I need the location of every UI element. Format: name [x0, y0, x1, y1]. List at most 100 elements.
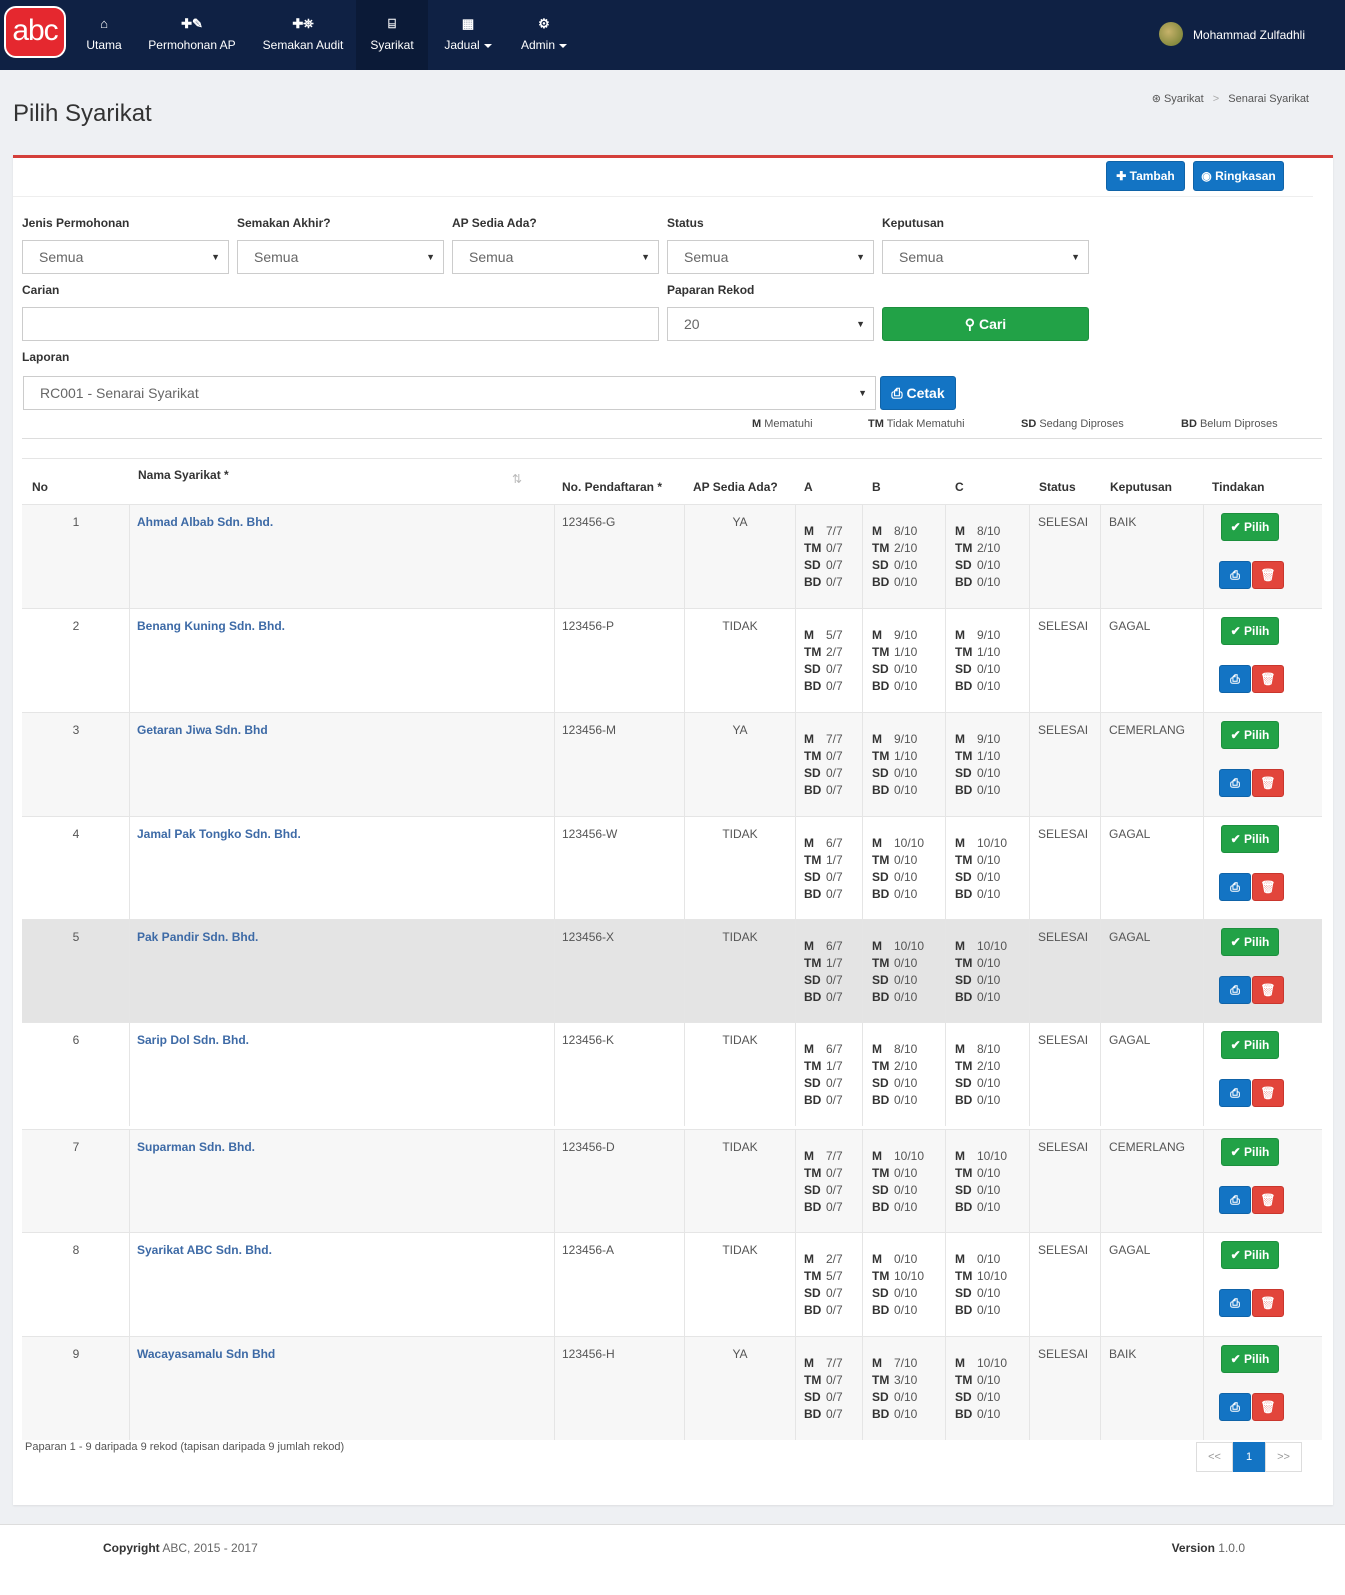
company-name-link[interactable]: Sarip Dol Sdn. Bhd.	[137, 1033, 249, 1047]
stat-code: TM	[872, 749, 890, 763]
print-button[interactable]: ⎙	[1219, 1289, 1251, 1317]
column-divider	[945, 1337, 946, 1440]
delete-button[interactable]: 🗑	[1252, 1393, 1284, 1421]
column-divider	[554, 609, 555, 712]
tambah-button[interactable]: ✚ Tambah	[1106, 161, 1185, 191]
company-name-link[interactable]: Syarikat ABC Sdn. Bhd.	[137, 1243, 272, 1257]
delete-button[interactable]: 🗑	[1252, 665, 1284, 693]
jenis-value: Semua	[39, 249, 84, 265]
nav-jadual[interactable]: ▦ Jadual	[436, 0, 500, 70]
nav-jadual-text: Jadual	[444, 38, 480, 52]
user-menu[interactable]: Mohammad Zulfadhli	[1158, 22, 1305, 48]
cari-button[interactable]: ⚲ Cari	[882, 307, 1089, 341]
cetak-button[interactable]: ⎙ Cetak	[880, 376, 956, 410]
delete-button[interactable]: 🗑	[1252, 1079, 1284, 1107]
pilih-button[interactable]: ✔ Pilih	[1221, 721, 1279, 749]
company-name-link[interactable]: Jamal Pak Tongko Sdn. Bhd.	[137, 827, 301, 841]
pagination-page-1[interactable]: 1	[1233, 1442, 1265, 1472]
delete-button[interactable]: 🗑	[1252, 1289, 1284, 1317]
nav-utama[interactable]: ⌂ Utama	[80, 0, 128, 70]
pilih-button[interactable]: ✔ Pilih	[1221, 825, 1279, 853]
pilih-button[interactable]: ✔ Pilih	[1221, 1138, 1279, 1166]
print-button[interactable]: ⎙	[1219, 1393, 1251, 1421]
delete-button[interactable]: 🗑	[1252, 976, 1284, 1004]
stat-code: BD	[955, 1303, 973, 1317]
stat-value: 0/10	[894, 956, 918, 970]
stats-a: M 6/7 TM 1/7 SD 0/7 BD 0/7	[804, 835, 843, 903]
company-name-link[interactable]: Getaran Jiwa Sdn. Bhd	[137, 723, 268, 737]
th-no[interactable]: No	[32, 480, 48, 494]
column-divider	[1203, 1130, 1204, 1233]
pagination-prev[interactable]: <<	[1196, 1442, 1233, 1472]
stat-value: 0/7	[826, 749, 843, 763]
ringkasan-button[interactable]: ◉ Ringkasan	[1193, 161, 1284, 191]
stat-code: M	[955, 628, 965, 642]
print-button[interactable]: ⎙	[1219, 561, 1251, 589]
delete-button[interactable]: 🗑	[1252, 769, 1284, 797]
table-row: 6 Sarip Dol Sdn. Bhd. 123456-K TIDAK M 6/7 TM 1…	[22, 1022, 1322, 1126]
ap-sedia-ada: TIDAK	[722, 1243, 758, 1257]
print-button[interactable]: ⎙	[1219, 769, 1251, 797]
nav-semakan-audit[interactable]: ✚⛯ Semakan Audit	[258, 0, 348, 70]
stat-line: SD 0/10	[955, 765, 1000, 782]
carian-input[interactable]	[22, 307, 659, 341]
column-divider	[1029, 505, 1030, 608]
trash-icon: 🗑	[1260, 1400, 1276, 1414]
semakan-select[interactable]: Semua ▼	[237, 240, 444, 274]
paparan-select[interactable]: 20 ▼	[667, 307, 874, 341]
company-name-link[interactable]: Wacayasamalu Sdn Bhd	[137, 1347, 275, 1361]
print-button[interactable]: ⎙	[1219, 1186, 1251, 1214]
jenis-select[interactable]: Semua ▼	[22, 240, 229, 274]
keputusan-select[interactable]: Semua ▼	[882, 240, 1089, 274]
pilih-button[interactable]: ✔ Pilih	[1221, 617, 1279, 645]
delete-button[interactable]: 🗑	[1252, 873, 1284, 901]
company-name-link[interactable]: Suparman Sdn. Bhd.	[137, 1140, 255, 1154]
pilih-button[interactable]: ✔ Pilih	[1221, 928, 1279, 956]
delete-button[interactable]: 🗑	[1252, 561, 1284, 589]
column-divider	[1029, 1337, 1030, 1440]
th-status[interactable]: Status	[1039, 480, 1076, 494]
pagination-next[interactable]: >>	[1265, 1442, 1302, 1472]
stat-code: BD	[955, 990, 973, 1004]
table-top-border	[22, 458, 1322, 459]
th-ap[interactable]: AP Sedia Ada?	[693, 480, 778, 494]
pilih-label: Pilih	[1244, 1038, 1270, 1052]
column-divider	[1029, 713, 1030, 816]
stats-a: M 7/7 TM 0/7 SD 0/7 BD 0/7	[804, 1148, 843, 1216]
ap-select[interactable]: Semua ▼	[452, 240, 659, 274]
company-name-link[interactable]: Benang Kuning Sdn. Bhd.	[137, 619, 285, 633]
status-text: SELESAI	[1038, 515, 1089, 529]
pilih-button[interactable]: ✔ Pilih	[1221, 1031, 1279, 1059]
laporan-select[interactable]: RC001 - Senarai Syarikat ▼	[23, 376, 876, 410]
abc-logo[interactable]: abc	[4, 6, 66, 58]
stat-value: 0/7	[826, 1093, 843, 1107]
row-number: 9	[72, 1347, 80, 1361]
stat-code: SD	[804, 870, 821, 884]
stats-b: M 8/10 TM 2/10 SD 0/10 BD 0/10	[872, 523, 917, 591]
pilih-button[interactable]: ✔ Pilih	[1221, 1345, 1279, 1373]
sort-icon[interactable]: ⇅	[512, 472, 522, 486]
th-pendaftaran[interactable]: No. Pendaftaran *	[562, 480, 662, 494]
print-button[interactable]: ⎙	[1219, 873, 1251, 901]
stat-value: 2/10	[894, 1059, 918, 1073]
print-button[interactable]: ⎙	[1219, 665, 1251, 693]
pilih-button[interactable]: ✔ Pilih	[1221, 1241, 1279, 1269]
company-name-link[interactable]: Ahmad Albab Sdn. Bhd.	[137, 515, 273, 529]
pilih-button[interactable]: ✔ Pilih	[1221, 513, 1279, 541]
stat-line: SD 0/10	[955, 869, 1007, 886]
th-keputusan[interactable]: Keputusan	[1110, 480, 1172, 494]
check-icon: ✔	[1230, 520, 1241, 534]
home-icon: ⌂	[100, 16, 108, 31]
delete-button[interactable]: 🗑	[1252, 1186, 1284, 1214]
stat-code: BD	[804, 1093, 822, 1107]
nav-syarikat[interactable]: ⌸ Syarikat	[356, 0, 428, 70]
th-nama[interactable]: Nama Syarikat *	[138, 468, 229, 482]
nav-permohonan-ap[interactable]: ✚✎ Permohonan AP	[146, 0, 238, 70]
print-button[interactable]: ⎙	[1219, 1079, 1251, 1107]
nav-admin[interactable]: ⚙ Admin	[512, 0, 576, 70]
print-button[interactable]: ⎙	[1219, 976, 1251, 1004]
version: Version 1.0.0	[1172, 1541, 1245, 1555]
company-name-link[interactable]: Pak Pandir Sdn. Bhd.	[137, 930, 258, 944]
breadcrumb-syarikat[interactable]: Syarikat	[1164, 93, 1204, 105]
status-select[interactable]: Semua ▼	[667, 240, 874, 274]
